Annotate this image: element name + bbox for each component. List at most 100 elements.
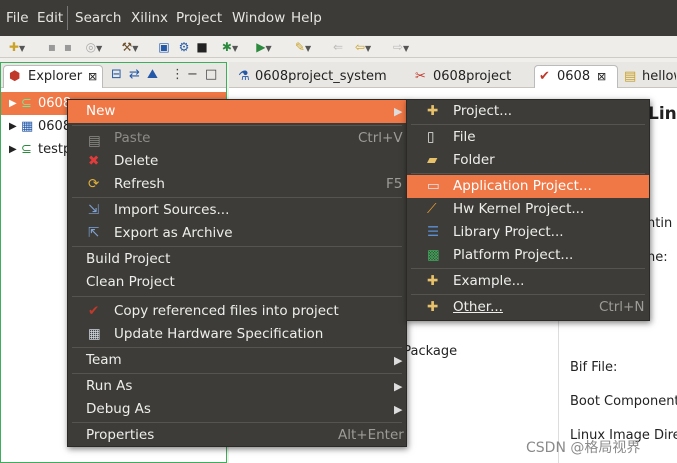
menu-item-label: Folder (453, 152, 495, 168)
view-menu-icon[interactable]: ⋮ (171, 67, 184, 82)
close-icon[interactable]: ⊠ (597, 66, 606, 87)
menu-item-label: Build Project (86, 251, 171, 267)
menu-item-label: Copy referenced files into project (114, 303, 339, 319)
menu-xilinx[interactable]: Xilinx (131, 10, 168, 26)
menu-item-update-hw[interactable]: ▦ Update Hardware Specification (68, 323, 406, 346)
submenu-item-hw-kernel[interactable]: ⟋ Hw Kernel Project... (407, 198, 649, 221)
expand-arrow-icon[interactable]: ▶ (9, 115, 17, 138)
menu-bar: File Edit Search Xilinx Project Window H… (0, 0, 677, 36)
submenu-item-platform-project[interactable]: ▩ Platform Project... (407, 244, 649, 267)
editor-title: Linu (648, 104, 677, 124)
other-wizard-icon: ✚ (427, 299, 439, 315)
forward-icon[interactable]: ⇨▼ (386, 38, 416, 56)
new-project-icon: ✚ (427, 103, 439, 119)
refresh-icon: ⟳ (88, 176, 100, 192)
menu-item-refresh[interactable]: ⟳ Refresh F5 (68, 173, 406, 196)
menu-item-label: Refresh (114, 176, 165, 192)
menu-item-label: Team (86, 352, 122, 368)
menu-item-delete[interactable]: ✖ Delete (68, 150, 406, 173)
terminal-icon[interactable]: ▣ (156, 38, 172, 56)
menu-item-label: Hw Kernel Project... (453, 201, 585, 217)
submenu-arrow-icon: ▶ (394, 380, 403, 393)
menu-edit[interactable]: Edit (37, 10, 63, 26)
submenu-item-library-project[interactable]: ☰ Library Project... (407, 221, 649, 244)
expand-arrow-icon[interactable]: ▶ (9, 92, 17, 115)
menu-item-shortcut: Alt+Enter (338, 427, 404, 443)
menu-separator (72, 296, 402, 297)
menu-item-properties[interactable]: Properties Alt+Enter (68, 424, 406, 447)
menu-item-label: Paste (114, 130, 151, 146)
save-all-icon[interactable]: ▪ (60, 38, 76, 56)
menu-item-paste[interactable]: ▤ Paste Ctrl+V (68, 127, 406, 150)
submenu-item-folder[interactable]: ▰ Folder (407, 149, 649, 172)
debug-icon[interactable]: ✱▼ (216, 38, 244, 56)
back-history-icon[interactable]: ⇐ (330, 38, 346, 56)
minimize-icon[interactable]: − (187, 67, 198, 82)
import-icon: ⇲ (88, 202, 100, 218)
submenu-item-application-project[interactable]: ▭ Application Project... (407, 175, 649, 198)
maximize-icon[interactable]: □ (205, 67, 217, 82)
application-window-icon: ▭ (427, 178, 440, 194)
menu-separator (72, 373, 402, 374)
save-icon[interactable]: ▪ (44, 38, 60, 56)
menu-item-label: Run As (86, 378, 133, 394)
editor-label: ntin (647, 216, 673, 231)
run-icon[interactable]: ▶▼ (250, 38, 278, 56)
menu-item-label: Properties (86, 427, 155, 443)
menu-item-label: Project... (453, 103, 513, 119)
watermark: CSDN @格局视界 (526, 440, 641, 456)
back-icon[interactable]: ⇦▼ (348, 38, 378, 56)
menu-file[interactable]: File (6, 10, 29, 26)
expand-arrow-icon[interactable]: ▶ (9, 138, 17, 161)
tab-label: 0608project_system (255, 69, 387, 84)
menu-item-run-as[interactable]: Run As ▶ (68, 375, 406, 398)
menu-item-export-archive[interactable]: ⇱ Export as Archive (68, 222, 406, 245)
external-tools-icon[interactable]: ✎▼ (288, 38, 318, 56)
submenu-item-project[interactable]: ✚ Project... (407, 100, 649, 123)
menu-window[interactable]: Window (232, 10, 285, 26)
menu-item-label: Clean Project (86, 274, 175, 290)
menu-item-debug-as[interactable]: Debug As ▶ (68, 398, 406, 421)
xsct-console-icon[interactable]: ■ (194, 38, 210, 56)
tab-0608project-system[interactable]: ⚗ 0608project_system (232, 65, 404, 88)
new-file-icon: ▯ (427, 129, 435, 145)
menu-item-clean-project[interactable]: Clean Project (68, 271, 406, 294)
submenu-item-other[interactable]: ✚ Other... Ctrl+N (407, 296, 649, 319)
explorer-tab[interactable]: ⬢ Explorer ⊠ (3, 65, 103, 88)
menu-item-label: Debug As (86, 401, 151, 417)
editor-label: Bif File: (570, 360, 618, 375)
system-project-icon: ⊆ (21, 142, 32, 157)
submenu-item-file[interactable]: ▯ File (407, 126, 649, 149)
example-icon: ✚ (427, 273, 439, 289)
menu-item-build-project[interactable]: Build Project (68, 248, 406, 271)
menu-item-label: Example... (453, 273, 525, 289)
close-icon[interactable]: ⊠ (88, 66, 97, 87)
menu-item-label: Other... (453, 299, 503, 315)
menu-separator (72, 125, 402, 126)
new-wizard-icon[interactable]: ✚▼ (4, 38, 30, 56)
link-editor-icon[interactable]: ⇄ (129, 67, 140, 82)
menu-item-new[interactable]: New ▶ (68, 100, 406, 123)
submenu-arrow-icon: ▶ (394, 403, 403, 416)
filter-icon[interactable]: ⛰ (147, 67, 158, 82)
menu-item-import-sources[interactable]: ⇲ Import Sources... (68, 199, 406, 222)
tab-0608[interactable]: ✔ 0608 ⊠ (534, 65, 618, 88)
menu-help[interactable]: Help (291, 10, 322, 26)
program-fpga-icon[interactable]: ⚙ (176, 38, 192, 56)
explorer-tabbar: ⬢ Explorer ⊠ ⊟ ⇄ ⛰ ⋮ − □ (1, 63, 226, 88)
collapse-all-icon[interactable]: ⊟ (111, 67, 122, 82)
menu-item-label: Application Project... (453, 178, 592, 194)
menu-separator (72, 347, 402, 348)
menu-project[interactable]: Project (176, 10, 222, 26)
build-hammer-icon[interactable]: ⚒▼ (114, 38, 146, 56)
submenu-item-example[interactable]: ✚ Example... (407, 270, 649, 293)
export-icon: ⇱ (88, 225, 100, 241)
menu-item-copy-referenced[interactable]: ✔ Copy referenced files into project (68, 300, 406, 323)
kernel-icon: ⟋ (427, 201, 437, 217)
menu-search[interactable]: Search (75, 10, 121, 26)
menu-item-shortcut: F5 (386, 176, 403, 192)
tab-0608project[interactable]: ✂ 0608project (410, 65, 530, 88)
tab-hellow[interactable]: ▤ hellow (619, 65, 677, 88)
build-config-icon[interactable]: ◎▼ (80, 38, 108, 56)
menu-item-team[interactable]: Team ▶ (68, 349, 406, 372)
